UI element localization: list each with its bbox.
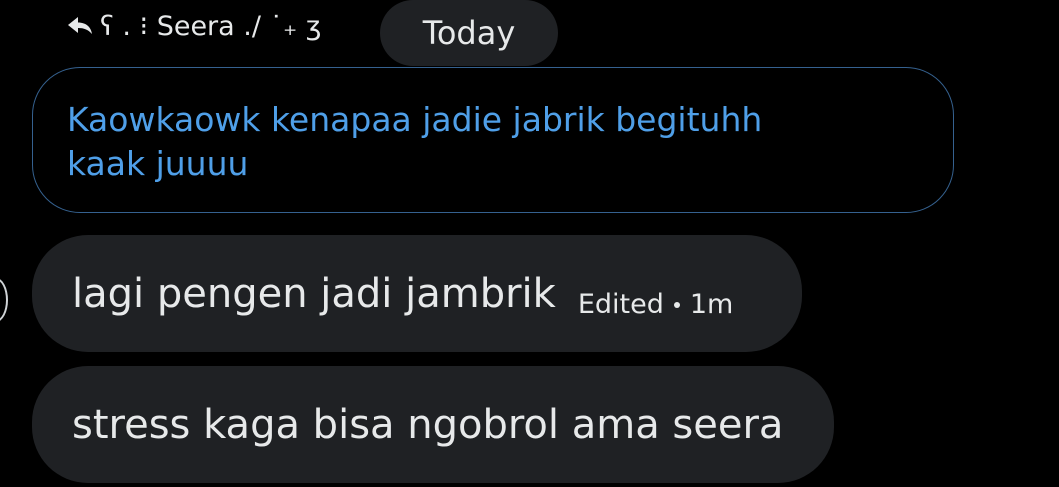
- reply-arrow-icon: [66, 14, 96, 38]
- chat-screen: ʕ . ⁝ Seera ./ ˙₊ ʒ Today Kaowkaowk kena…: [0, 0, 1059, 487]
- date-separator: Today: [380, 0, 558, 66]
- message-time: 1m: [689, 289, 734, 320]
- quoted-message[interactable]: Kaowkaowk kenapaa jadie jabrik begituhh …: [32, 67, 954, 213]
- edited-label: Edited: [577, 289, 664, 320]
- message-text: stress kaga bisa ngobrol ama seera: [72, 401, 784, 448]
- message-meta: Edited 1m: [578, 289, 734, 320]
- reply-sender-name: ʕ . ⁝ Seera ./ ˙₊ ʒ: [100, 10, 322, 42]
- avatar[interactable]: [0, 278, 8, 322]
- reply-context: ʕ . ⁝ Seera ./ ˙₊ ʒ: [66, 8, 321, 44]
- message-bubble[interactable]: lagi pengen jadi jambrik Edited 1m: [32, 235, 802, 352]
- message-text: lagi pengen jadi jambrik: [72, 270, 556, 317]
- message-bubble[interactable]: stress kaga bisa ngobrol ama seera: [32, 366, 834, 483]
- quoted-message-text: Kaowkaowk kenapaa jadie jabrik begituhh …: [67, 100, 763, 183]
- separator-dot: [673, 301, 680, 308]
